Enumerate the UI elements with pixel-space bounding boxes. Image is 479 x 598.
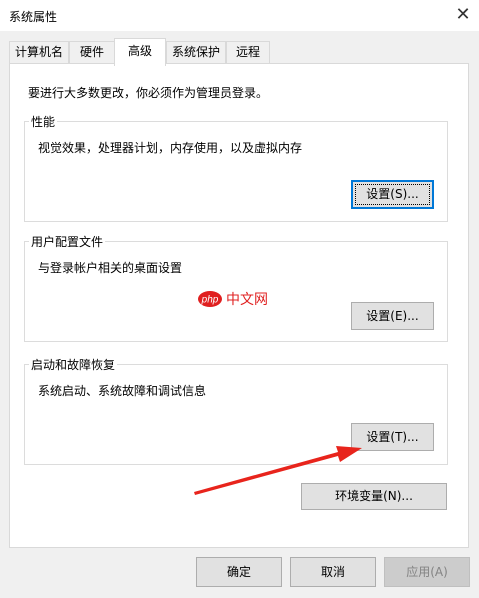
close-icon[interactable]: ✕ (447, 0, 479, 31)
apply-button[interactable]: 应用(A) (384, 557, 470, 587)
performance-settings-button[interactable]: 设置(S)... (351, 180, 434, 209)
annotation-arrow (190, 440, 365, 500)
tab-hardware[interactable]: 硬件 (69, 41, 115, 64)
user-profiles-settings-button[interactable]: 设置(E)... (351, 302, 434, 330)
tab-remote[interactable]: 远程 (226, 41, 270, 64)
ok-button[interactable]: 确定 (196, 557, 282, 587)
watermark-text: 中文网 (226, 292, 268, 308)
tab-advanced[interactable]: 高级 (114, 38, 166, 66)
tab-computer-name[interactable]: 计算机名 (9, 41, 69, 64)
title-bar (0, 0, 479, 31)
tab-system-protection[interactable]: 系统保护 (166, 41, 226, 64)
focus-ring (355, 184, 430, 205)
user-profiles-description: 与登录帐户相关的桌面设置 (38, 261, 183, 275)
startup-recovery-description: 系统启动、系统故障和调试信息 (38, 384, 207, 398)
user-profiles-label: 用户配置文件 (29, 233, 106, 250)
admin-note: 要进行大多数更改，你必须作为管理员登录。 (28, 86, 269, 100)
watermark-brand: php (201, 295, 219, 306)
performance-label: 性能 (29, 113, 58, 130)
startup-recovery-label: 启动和故障恢复 (29, 356, 118, 373)
cancel-button[interactable]: 取消 (290, 557, 376, 587)
watermark-logo: php 中文网 (198, 291, 268, 308)
window-title: 系统属性 (9, 10, 58, 24)
performance-description: 视觉效果，处理器计划，内存使用，以及虚拟内存 (38, 141, 303, 155)
php-cn-watermark: php 中文网 (198, 289, 288, 309)
